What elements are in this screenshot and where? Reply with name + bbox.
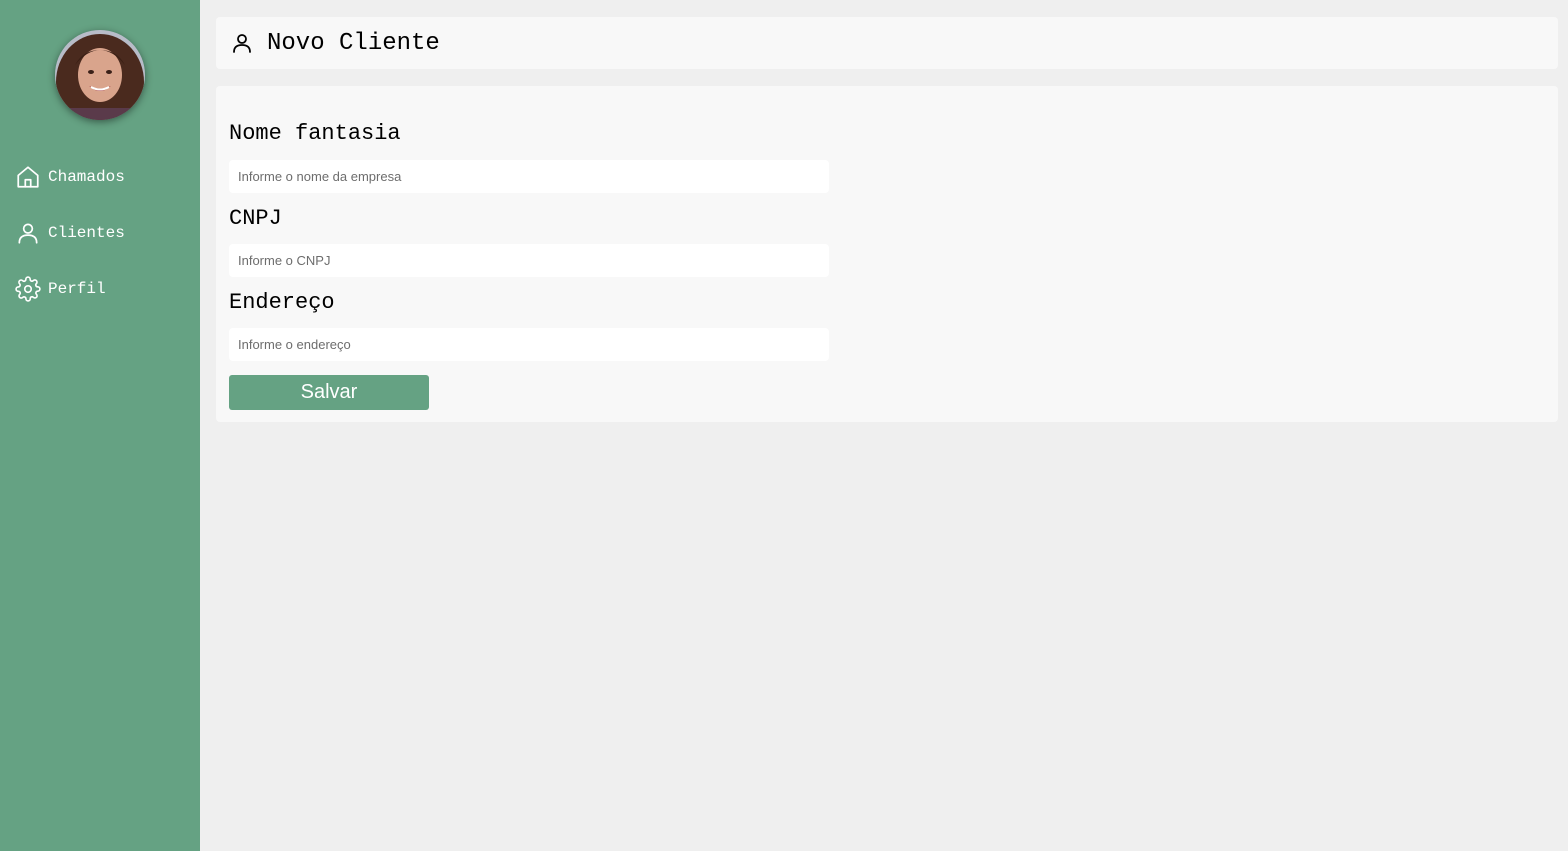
sidebar-item-label: Clientes	[48, 224, 125, 242]
cnpj-label: CNPJ	[229, 206, 282, 231]
user-icon	[230, 31, 254, 55]
cnpj-input[interactable]	[229, 244, 829, 277]
nome-fantasia-label: Nome fantasia	[229, 121, 401, 146]
sidebar-item-perfil[interactable]: Perfil	[15, 274, 106, 304]
home-icon	[15, 164, 41, 190]
endereco-label: Endereço	[229, 290, 335, 315]
user-icon	[15, 220, 41, 246]
page-header: Novo Cliente	[216, 17, 1558, 69]
sidebar-item-clientes[interactable]: Clientes	[15, 218, 125, 248]
sidebar: Chamados Clientes Perfil	[0, 0, 200, 851]
avatar[interactable]	[55, 30, 145, 120]
endereco-input[interactable]	[229, 328, 829, 361]
sidebar-item-label: Chamados	[48, 168, 125, 186]
avatar-image	[55, 30, 145, 120]
sidebar-item-label: Perfil	[48, 280, 106, 298]
nome-fantasia-input[interactable]	[229, 160, 829, 193]
gear-icon	[15, 276, 41, 302]
page-title: Novo Cliente	[267, 29, 440, 57]
save-button[interactable]: Salvar	[229, 375, 429, 410]
sidebar-item-chamados[interactable]: Chamados	[15, 162, 125, 192]
client-form: Nome fantasia CNPJ Endereço Salvar	[216, 86, 1558, 422]
